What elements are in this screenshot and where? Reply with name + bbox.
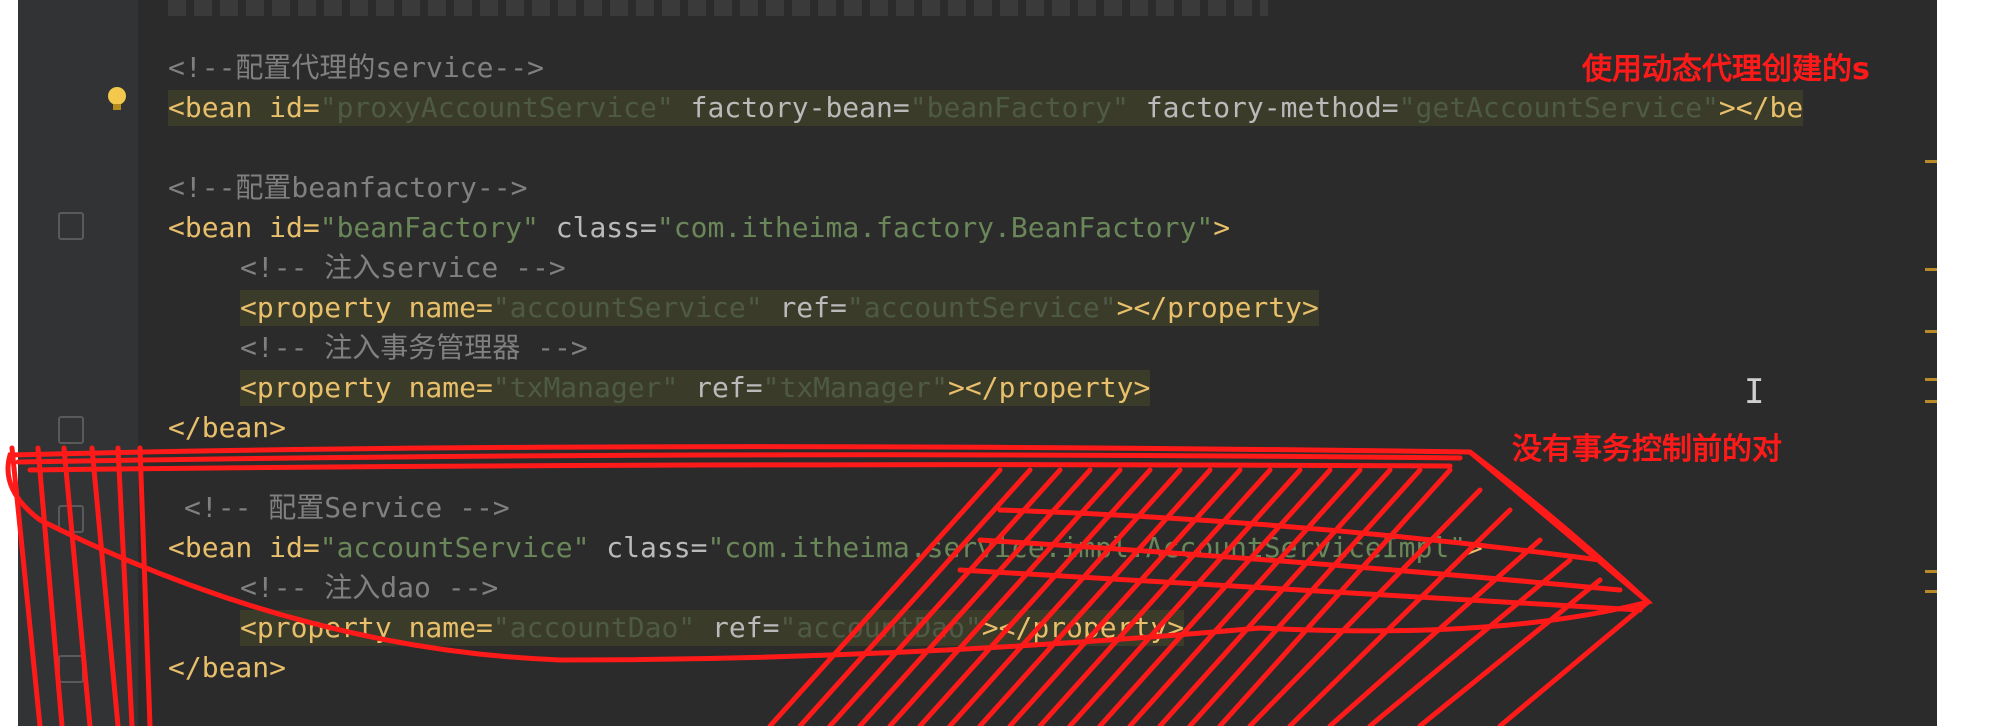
code-line-comment: <!-- 配置Service -->: [184, 491, 510, 524]
code-line-comment: <!-- 注入service -->: [240, 251, 566, 284]
scrollbar-marker[interactable]: [1925, 590, 1937, 593]
fold-marker-icon[interactable]: [58, 416, 84, 444]
annotation-text: 使用动态代理创建的s: [1582, 52, 1870, 87]
partial-code-line: [168, 0, 1268, 16]
code-line-close-bean: </bean>: [168, 411, 287, 444]
scrollbar-marker[interactable]: [1925, 160, 1937, 163]
code-line-beanfactory-bean: <bean id="beanFactory" class="com.itheim…: [168, 211, 1231, 244]
scrollbar-marker[interactable]: [1925, 268, 1937, 271]
fold-marker-icon[interactable]: [58, 655, 84, 683]
code-line-comment: <!-- 注入事务管理器 -->: [240, 331, 588, 364]
code-line-property: <property name="txManager" ref="txManage…: [240, 370, 1151, 406]
lightbulb-icon[interactable]: [108, 87, 126, 111]
fold-marker-icon[interactable]: [58, 505, 84, 533]
fold-marker-icon[interactable]: [58, 212, 84, 240]
code-line-service-bean: <bean id="accountService" class="com.ith…: [168, 531, 1483, 564]
code-line-comment: <!-- 注入dao -->: [240, 571, 499, 604]
code-line-comment: <!--配置代理的service-->: [168, 51, 545, 84]
scrollbar-marker[interactable]: [1925, 570, 1937, 573]
code-line-proxy-bean: <bean id="proxyAccountService" factory-b…: [168, 90, 1804, 126]
scrollbar-marker[interactable]: [1925, 330, 1937, 333]
scrollbar-marker[interactable]: [1925, 400, 1937, 403]
code-line-property: <property name="accountService" ref="acc…: [240, 290, 1319, 326]
code-line-property: <property name="accountDao" ref="account…: [240, 610, 1185, 646]
text-cursor-icon: I: [1744, 372, 1765, 412]
code-line-comment: <!--配置beanfactory-->: [168, 171, 528, 204]
annotation-text: 没有事务控制前的对: [1512, 432, 1782, 467]
code-editor[interactable]: <!--配置代理的service--> <bean id="proxyAccou…: [18, 0, 1937, 726]
code-line-close-bean: </bean>: [168, 651, 287, 684]
scrollbar-marker[interactable]: [1925, 378, 1937, 381]
